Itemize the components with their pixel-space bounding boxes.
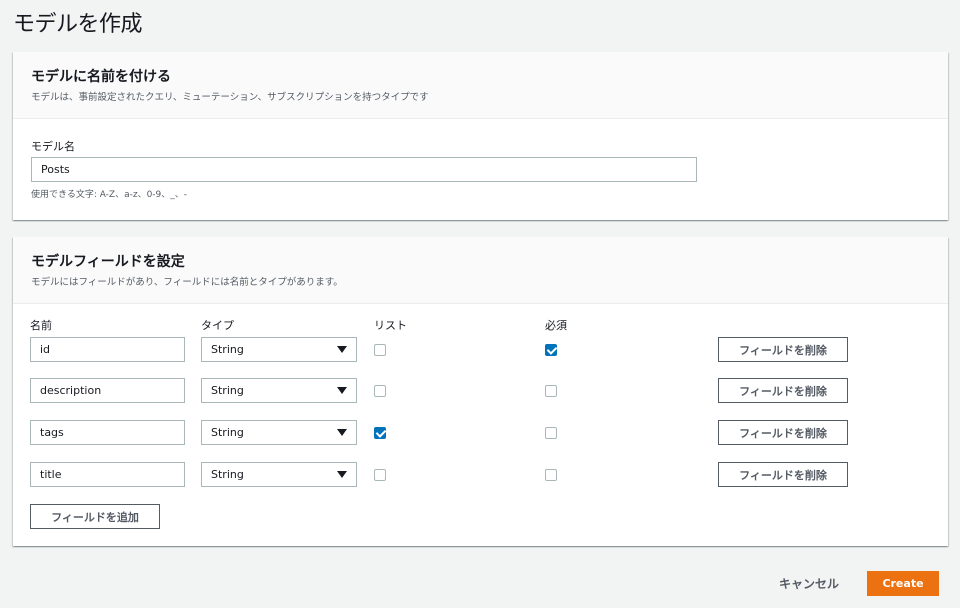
model-name-hint: 使用できる文字: A-Z、a-z、0-9、_、- — [31, 190, 188, 200]
field-name-input[interactable] — [30, 378, 185, 403]
field-list-checkbox[interactable] — [374, 344, 386, 356]
column-header-type: タイプ — [201, 319, 234, 332]
model-name-label: モデル名 — [31, 140, 75, 153]
caret-down-icon — [337, 346, 347, 353]
remove-field-button[interactable]: フィールドを削除 — [718, 462, 848, 487]
model-fields-panel: モデルフィールドを設定 モデルにはフィールドがあり、フィールドには名前とタイプが… — [13, 237, 948, 546]
field-name-input[interactable] — [30, 337, 185, 362]
field-list-checkbox[interactable] — [374, 385, 386, 397]
remove-field-button[interactable]: フィールドを削除 — [718, 378, 848, 403]
field-list-checkbox[interactable] — [374, 469, 386, 481]
field-type-value: String — [211, 384, 244, 397]
model-name-input[interactable] — [31, 157, 697, 182]
model-fields-panel-title: モデルフィールドを設定 — [31, 254, 185, 270]
add-field-button[interactable]: フィールドを追加 — [30, 504, 160, 529]
model-name-panel-header: モデルに名前を付ける モデルは、事前設定されたクエリ、ミューテーション、サブスク… — [13, 52, 948, 119]
column-header-list: リスト — [374, 319, 407, 332]
field-type-value: String — [211, 343, 244, 356]
cancel-button[interactable]: キャンセル — [779, 575, 839, 592]
field-required-checkbox[interactable] — [545, 344, 557, 356]
field-type-select[interactable]: String — [201, 378, 357, 403]
remove-field-button[interactable]: フィールドを削除 — [718, 420, 848, 445]
model-name-panel: モデルに名前を付ける モデルは、事前設定されたクエリ、ミューテーション、サブスク… — [13, 52, 948, 220]
field-type-value: String — [211, 426, 244, 439]
field-required-checkbox[interactable] — [545, 469, 557, 481]
model-fields-panel-description: モデルにはフィールドがあり、フィールドには名前とタイプがあります。 — [31, 277, 343, 288]
field-type-select[interactable]: String — [201, 337, 357, 362]
model-fields-panel-header: モデルフィールドを設定 モデルにはフィールドがあり、フィールドには名前とタイプが… — [13, 237, 948, 304]
column-header-required: 必須 — [545, 319, 567, 332]
field-required-checkbox[interactable] — [545, 385, 557, 397]
field-required-checkbox[interactable] — [545, 427, 557, 439]
caret-down-icon — [337, 429, 347, 436]
caret-down-icon — [337, 471, 347, 478]
field-type-select[interactable]: String — [201, 462, 357, 487]
field-type-value: String — [211, 468, 244, 481]
model-name-panel-description: モデルは、事前設定されたクエリ、ミューテーション、サブスクリプションを持つタイプ… — [31, 92, 429, 103]
model-name-panel-title: モデルに名前を付ける — [31, 69, 171, 85]
field-name-input[interactable] — [30, 420, 185, 445]
remove-field-button[interactable]: フィールドを削除 — [718, 337, 848, 362]
field-name-input[interactable] — [30, 462, 185, 487]
field-type-select[interactable]: String — [201, 420, 357, 445]
caret-down-icon — [337, 387, 347, 394]
create-button[interactable]: Create — [867, 571, 939, 596]
page-title: モデルを作成 — [13, 12, 143, 37]
column-header-name: 名前 — [30, 319, 52, 332]
field-list-checkbox[interactable] — [374, 427, 386, 439]
